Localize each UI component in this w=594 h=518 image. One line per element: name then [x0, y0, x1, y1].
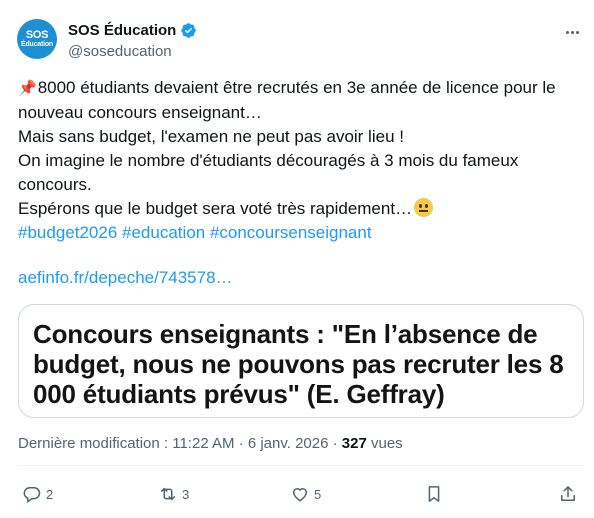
tweet-line: 📌8000 étudiants devaient être recrutés e…: [18, 76, 588, 101]
tweet-meta: Dernière modification : 11:22 AM · 6 jan…: [18, 435, 403, 452]
share-icon: [561, 486, 575, 501]
avatar-text-2: Éducation: [20, 40, 54, 48]
repost-count: 3: [182, 486, 190, 502]
share-button[interactable]: [558, 484, 578, 504]
tweet-line: Mais sans budget, l'examen ne peut pas a…: [18, 127, 404, 146]
hashtags: #budget2026 #education #concoursenseigna…: [18, 221, 588, 245]
card-headline: Concours enseignants : "En l’absence de …: [33, 319, 564, 409]
tweet-text: 📌8000 étudiants devaient être recrutés e…: [18, 76, 588, 245]
tweet-line: Espérons que le budget sera voté très ra…: [18, 197, 588, 221]
views-count: 327: [341, 435, 367, 452]
author-name-row: SOS Éducation: [68, 22, 197, 39]
like-button[interactable]: 5: [290, 484, 321, 504]
hashtag-link[interactable]: #concoursenseignant: [210, 223, 372, 242]
avatar[interactable]: SOS Éducation: [17, 19, 57, 59]
hashtag-link[interactable]: #education: [122, 223, 205, 242]
bookmark-button[interactable]: [424, 484, 444, 504]
reply-icon: [23, 487, 41, 503]
tweet-line: concours.: [18, 175, 92, 194]
author-handle[interactable]: @soseducation: [68, 43, 172, 60]
neutral-face-icon: [414, 198, 434, 217]
pushpin-icon: 📌: [18, 80, 37, 97]
action-bar: 2 3 5: [0, 478, 594, 514]
more-icon[interactable]: [560, 22, 584, 42]
like-count: 5: [314, 486, 322, 502]
reply-button[interactable]: 2: [22, 484, 53, 504]
tweet-line: On imagine le nombre d'étudiants découra…: [18, 151, 519, 170]
avatar-text-1: SOS: [25, 28, 49, 41]
repost-icon: [161, 487, 175, 501]
reply-count: 2: [46, 486, 54, 502]
modified-label[interactable]: Dernière modification : 11:22 AM · 6 jan…: [18, 435, 342, 452]
views-label: vues: [366, 435, 403, 452]
link-preview-card[interactable]: Concours enseignants : "En l’absence de …: [18, 304, 584, 418]
bookmark-icon: [428, 486, 440, 502]
external-link[interactable]: aefinfo.fr/depeche/743578…: [18, 268, 233, 287]
link-row: aefinfo.fr/depeche/743578…: [18, 268, 233, 288]
divider: [18, 465, 584, 466]
verified-badge-icon: [181, 23, 197, 38]
display-name[interactable]: SOS Éducation: [68, 22, 176, 39]
repost-button[interactable]: 3: [158, 484, 189, 504]
hashtag-link[interactable]: #budget2026: [18, 223, 117, 242]
heart-icon: [292, 488, 308, 502]
tweet: SOS Éducation SOS Éducation @soseducatio…: [0, 0, 594, 518]
tweet-line: nouveau concours enseignant…: [18, 103, 262, 122]
